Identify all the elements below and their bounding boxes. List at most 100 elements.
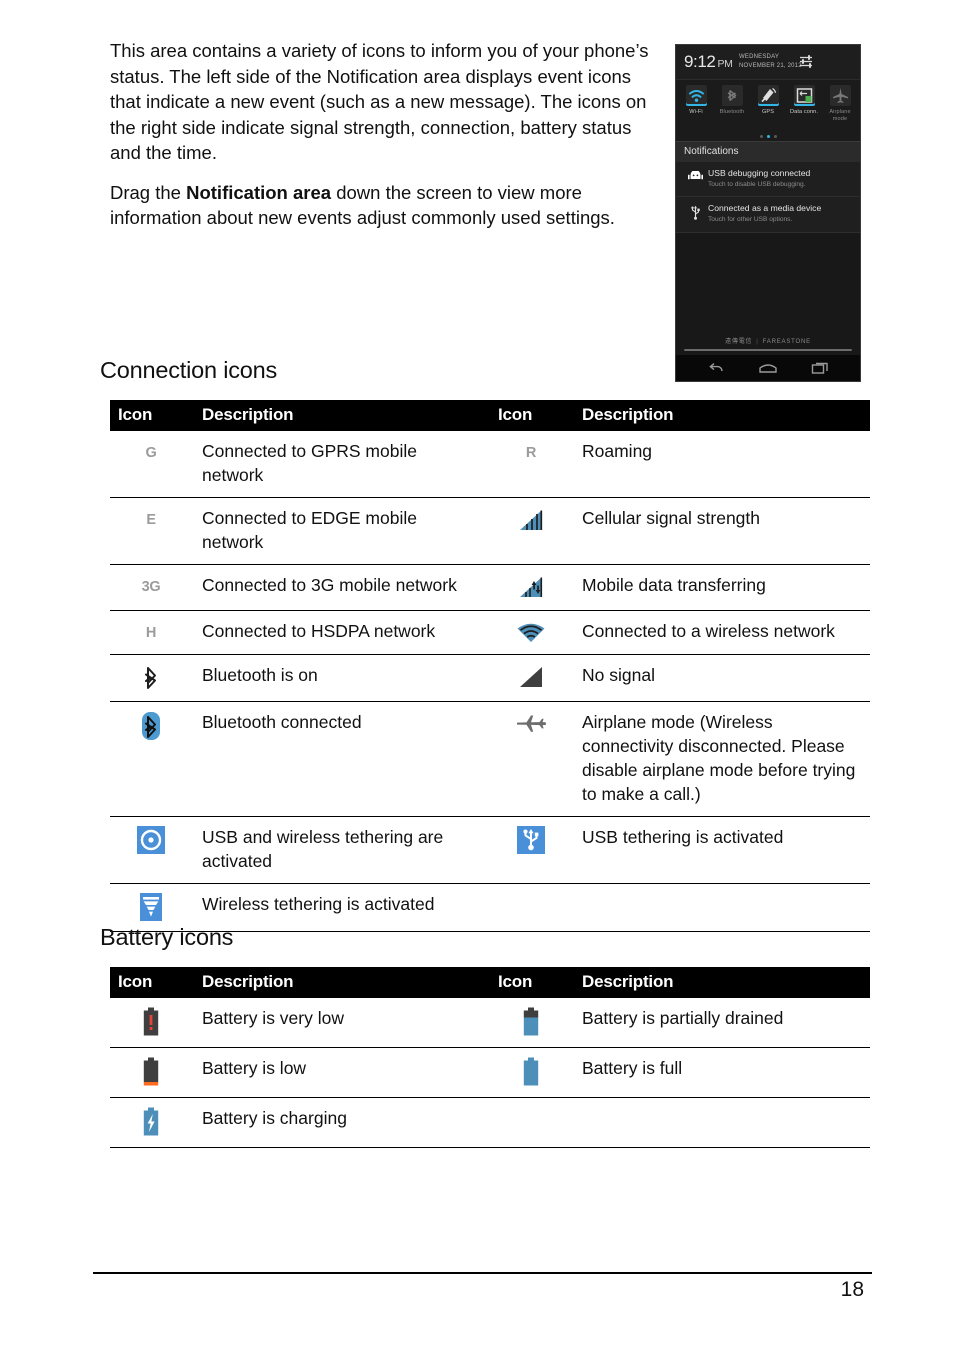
home-icon[interactable]	[758, 361, 778, 380]
table-row: G Connected to GPRS mobile network R Roa…	[110, 431, 870, 498]
quick-toggle-data-connection[interactable]: Data conn.	[786, 84, 822, 132]
table-row: H Connected to HSDPA network Connected t…	[110, 610, 870, 656]
header-description-left: Description	[198, 400, 490, 431]
quick-toggle-bluetooth-label: Bluetooth	[719, 109, 745, 115]
wifi-connected-icon	[490, 610, 578, 656]
row-description: Bluetooth connected	[198, 701, 490, 817]
row-description: USB and wireless tethering are activated	[198, 816, 490, 884]
quick-toggle-airplane-mode[interactable]: Airplane mode	[822, 84, 858, 132]
row-description: Connected to GPRS mobile network	[198, 431, 490, 498]
row-description: Bluetooth is on	[198, 654, 490, 702]
table-row: E Connected to EDGE mobile network Cellu…	[110, 497, 870, 565]
empty-description-cell	[578, 883, 870, 932]
page-dot	[759, 135, 763, 139]
intro-paragraph-1: This area contains a variety of icons to…	[110, 40, 649, 163]
bluetooth-on-icon	[110, 654, 198, 702]
intro-p2-before: Drag the	[110, 181, 187, 203]
row-description: Battery is low	[198, 1047, 490, 1098]
table-row: Bluetooth is on No signal	[110, 654, 870, 702]
phone-navigation-bar	[676, 355, 860, 381]
row-description: Battery is full	[578, 1047, 870, 1098]
header-description-left: Description	[198, 967, 490, 998]
phone-notification-item[interactable]: Connected as a media device Touch for ot…	[676, 197, 860, 233]
page-dot	[773, 135, 777, 139]
notification-area-bold: Notification area	[186, 181, 332, 203]
gprs-g-icon: G	[110, 431, 198, 498]
bluetooth-icon	[721, 85, 743, 106]
row-description: Battery is charging	[198, 1097, 490, 1148]
quick-toggle-gps[interactable]: GPS	[750, 84, 786, 132]
phone-notification-item[interactable]: USB debugging connected Touch to disable…	[676, 162, 860, 197]
battery-icons-table: Icon Description Icon Description Batter…	[110, 967, 870, 1148]
usb-wireless-tethering-icon	[110, 816, 198, 884]
table-row: USB and wireless tethering are activated	[110, 816, 870, 884]
bluetooth-connected-icon	[110, 701, 198, 817]
battery-icons-heading: Battery icons	[100, 924, 234, 950]
notification-title: Connected as a media device	[708, 203, 822, 213]
empty-icon-cell	[490, 883, 578, 932]
quick-toggle-wifi-label: Wi-Fi	[689, 109, 703, 115]
3g-icon: 3G	[110, 564, 198, 611]
table-row: Battery is very low Battery is partially…	[110, 998, 870, 1048]
row-description: Connected to EDGE mobile network	[198, 497, 490, 565]
signal-bars-icon	[490, 497, 578, 565]
row-description: Cellular signal strength	[578, 497, 870, 565]
back-icon[interactable]	[707, 361, 725, 380]
phone-notifications-header: Notifications	[676, 141, 860, 162]
gps-icon	[757, 85, 779, 106]
settings-sliders-icon[interactable]	[799, 54, 814, 69]
phone-date-day: WEDNESDAY	[739, 54, 780, 60]
row-description: Battery is partially drained	[578, 998, 870, 1048]
shade-drag-handle[interactable]	[684, 349, 852, 351]
quick-toggle-wifi[interactable]: Wi-Fi	[678, 84, 714, 132]
quick-toggle-bluetooth[interactable]: Bluetooth	[714, 84, 750, 132]
row-description: Connected to 3G mobile network	[198, 564, 490, 611]
intro-text-block: This area contains a variety of icons to…	[110, 38, 658, 245]
usb-icon	[682, 203, 708, 225]
header-icon-left: Icon	[110, 400, 198, 431]
table-row: Bluetooth connected Airplane mode (Wirel…	[110, 701, 870, 817]
notification-subtitle: Touch for other USB options.	[708, 216, 793, 223]
row-description: USB tethering is activated	[578, 816, 870, 884]
row-description: Battery is very low	[198, 998, 490, 1048]
header-description-right: Description	[578, 967, 870, 998]
row-description: Airplane mode (Wireless connectivity dis…	[578, 701, 870, 817]
table-row: Battery is low Battery is full	[110, 1047, 870, 1098]
row-description: Connected to a wireless network	[578, 610, 870, 656]
phone-clock-time: 9:12	[684, 52, 716, 71]
data-transfer-icon	[490, 564, 578, 611]
quick-toggle-data-label: Data conn.	[789, 109, 819, 115]
phone-notification-shade-body: 遠傳電信 | FAREASTONE	[676, 233, 860, 355]
wifi-icon	[685, 85, 707, 106]
table-row: Battery is charging	[110, 1097, 870, 1148]
battery-full-icon	[490, 1047, 578, 1098]
battery-very-low-icon	[110, 998, 198, 1048]
page-number: 18	[840, 1278, 864, 1301]
phone-date: WEDNESDAY NOVEMBER 21, 2012	[739, 53, 802, 70]
connection-icons-heading: Connection icons	[100, 357, 278, 383]
edge-e-icon: E	[110, 497, 198, 565]
carrier-separator: |	[756, 339, 759, 345]
data-connection-icon	[793, 85, 815, 106]
table-row: 3G Connected to 3G mobile network Mobile…	[110, 564, 870, 611]
carrier-name-roman: FAREASTONE	[762, 339, 811, 345]
row-description: Wireless tethering is activated	[198, 883, 490, 932]
battery-partial-icon	[490, 998, 578, 1048]
phone-date-full: NOVEMBER 21, 2012	[739, 62, 802, 69]
notification-title: USB debugging connected	[708, 168, 811, 178]
row-description: No signal	[578, 654, 870, 702]
intro-paragraph-2: Drag the Notification area down the scre…	[110, 180, 658, 231]
no-signal-icon	[490, 654, 578, 702]
phone-quick-toggles: Wi-Fi Bluetooth GPS Data conn. Airplane …	[676, 80, 860, 132]
airplane-icon	[829, 85, 851, 106]
battery-low-icon	[110, 1047, 198, 1098]
header-icon-right: Icon	[490, 967, 578, 998]
notification-subtitle: Touch to disable USB debugging.	[708, 181, 806, 188]
table-header-row: Icon Description Icon Description	[110, 400, 870, 431]
usb-tethering-icon	[490, 816, 578, 884]
notification-text: USB debugging connected Touch to disable…	[708, 168, 854, 189]
phone-clock: 9:12 PM	[684, 52, 733, 74]
header-icon-right: Icon	[490, 400, 578, 431]
battery-charging-icon	[110, 1097, 198, 1148]
recent-apps-icon[interactable]	[811, 361, 830, 380]
